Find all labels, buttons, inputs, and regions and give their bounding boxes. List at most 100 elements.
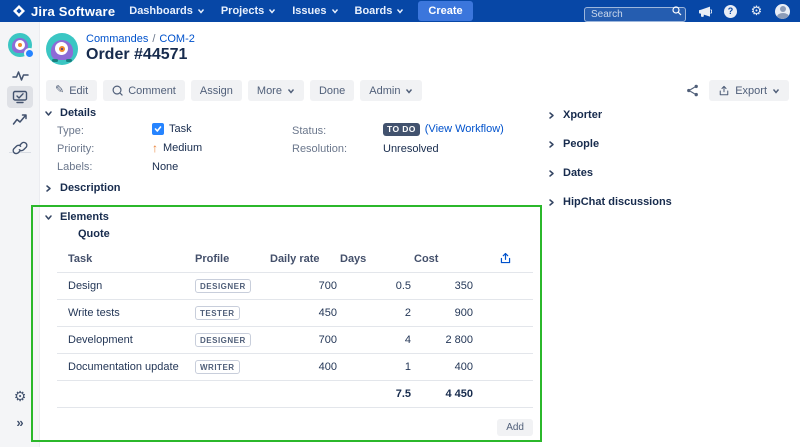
user-avatar[interactable] (775, 4, 790, 19)
cell-days: 0.5 (340, 272, 414, 299)
sidebar-item-active-board[interactable] (7, 86, 33, 108)
sidebar-settings[interactable]: ⚙ (0, 390, 40, 404)
kanban-board-icon (12, 89, 28, 105)
dates-section-header[interactable]: Dates (547, 167, 593, 179)
cell-task: Design (57, 272, 185, 299)
resolution-label: Resolution: (292, 143, 347, 155)
table-row[interactable]: Write tests TESTER 450 2 900 (57, 299, 533, 326)
edit-button[interactable]: ✎ Edit (46, 80, 97, 101)
top-navbar: Jira Software Dashboards Projects Issues… (0, 0, 800, 22)
hipchat-title: HipChat discussions (563, 196, 672, 208)
table-row[interactable]: Documentation update WRITER 400 1 400 (57, 353, 533, 380)
status-value: TO DO (View Workflow) (383, 123, 504, 136)
chevron-down-icon (44, 213, 53, 222)
chevron-down-icon (268, 7, 276, 15)
chevron-right-icon (547, 198, 556, 207)
col-task: Task (57, 246, 185, 272)
done-label: Done (319, 85, 345, 97)
cell-empty (57, 380, 185, 407)
more-label: More (257, 85, 282, 97)
nav-dashboards[interactable]: Dashboards (129, 5, 205, 17)
chevron-down-icon (396, 7, 404, 15)
breadcrumb-project-link[interactable]: Commandes (86, 33, 148, 45)
priority-medium-icon: ↑ (152, 141, 158, 155)
table-row[interactable]: Design DESIGNER 700 0.5 350 (57, 272, 533, 299)
sidebar-item-shortcuts[interactable] (0, 140, 40, 156)
search-icon[interactable] (672, 6, 682, 16)
double-chevron-right-icon: » (16, 416, 23, 429)
people-section-header[interactable]: People (547, 138, 599, 150)
details-section-header[interactable]: Details (44, 107, 96, 119)
add-element-button[interactable]: Add (497, 419, 533, 436)
comment-bubble-icon (112, 85, 123, 96)
chevron-down-icon (287, 87, 295, 95)
view-workflow-link[interactable]: (View Workflow) (425, 123, 504, 135)
breadcrumb-issue-link[interactable]: COM-2 (159, 33, 194, 45)
export-label: Export (735, 85, 767, 97)
description-section-header[interactable]: Description (44, 182, 121, 194)
help-icon[interactable]: ? (723, 4, 738, 19)
feedback-megaphone-icon[interactable] (697, 4, 712, 19)
search-input[interactable] (584, 7, 686, 22)
totals-row: 7.5 4 450 (57, 380, 533, 407)
admin-label: Admin (369, 85, 400, 97)
cell-cost: 350 (414, 272, 478, 299)
project-avatar-small[interactable] (0, 33, 40, 57)
xporter-section-header[interactable]: Xporter (547, 109, 602, 121)
share-button[interactable] (686, 84, 699, 97)
breadcrumb-separator: / (152, 33, 155, 45)
profile-badge: TESTER (195, 306, 240, 320)
cell-task: Development (57, 326, 185, 353)
jira-logo-home-link[interactable]: Jira Software (13, 4, 115, 19)
elements-section-header[interactable]: Elements (44, 211, 109, 223)
page-title: Order #44571 (86, 46, 187, 64)
nav-boards[interactable]: Boards (355, 5, 405, 17)
xporter-title: Xporter (563, 109, 602, 121)
priority-value-text: Medium (163, 142, 202, 154)
nav-projects[interactable]: Projects (221, 5, 276, 17)
sidebar-item-backlog[interactable] (0, 68, 40, 84)
create-button[interactable]: Create (418, 1, 472, 21)
admin-button[interactable]: Admin (360, 80, 422, 101)
profile-badge: DESIGNER (195, 279, 251, 293)
create-button-label: Create (428, 5, 462, 17)
done-transition-button[interactable]: Done (310, 80, 354, 101)
nav-issues[interactable]: Issues (292, 5, 338, 17)
resolution-value: Unresolved (383, 143, 439, 155)
cell-daily-rate: 450 (270, 299, 340, 326)
settings-gear-icon[interactable]: ⚙ (749, 4, 764, 19)
cell-profile: DESIGNER (185, 272, 270, 299)
share-icon (686, 84, 699, 97)
hipchat-section-header[interactable]: HipChat discussions (547, 196, 672, 208)
profile-badge: DESIGNER (195, 333, 251, 347)
chevron-right-icon (547, 140, 556, 149)
more-button[interactable]: More (248, 80, 304, 101)
assign-label: Assign (200, 85, 233, 97)
software-project-badge (24, 48, 35, 59)
reports-chart-icon (12, 112, 28, 126)
chevron-down-icon (197, 7, 205, 15)
cell-cost: 900 (414, 299, 478, 326)
chevron-down-icon (772, 87, 780, 95)
help-glyph: ? (724, 5, 737, 18)
comment-label: Comment (128, 85, 176, 97)
project-avatar[interactable] (46, 33, 78, 65)
chevron-right-icon (547, 169, 556, 178)
gear-icon: ⚙ (14, 390, 27, 404)
export-button[interactable]: Export (709, 80, 789, 101)
col-days: Days (340, 246, 414, 272)
main-nav: Dashboards Projects Issues Boards (129, 5, 404, 17)
priority-value: ↑ Medium (152, 141, 202, 155)
table-row[interactable]: Development DESIGNER 700 4 2 800 (57, 326, 533, 353)
avatar (775, 4, 790, 19)
cell-profile: WRITER (185, 353, 270, 380)
table-export-button[interactable] (499, 252, 512, 265)
people-title: People (563, 138, 599, 150)
sidebar-expand[interactable]: » (0, 416, 40, 429)
assign-button[interactable]: Assign (191, 80, 242, 101)
upload-export-icon (499, 252, 512, 265)
cell-empty (478, 326, 533, 353)
comment-button[interactable]: Comment (103, 80, 185, 101)
labels-label: Labels: (57, 161, 92, 173)
sidebar-item-reports[interactable] (0, 112, 40, 126)
